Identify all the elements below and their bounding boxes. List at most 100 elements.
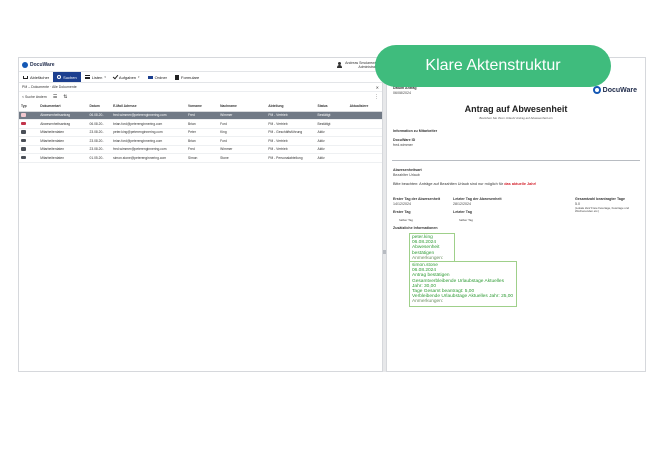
table-cell: 23.08.20.. [87,136,112,146]
folder-icon [147,75,153,79]
menu-label: Ablefächer [30,74,50,80]
table-cell: Bestätigt [315,111,348,120]
type-cell [19,145,39,154]
column-header[interactable]: Typ [19,102,39,112]
column-header[interactable]: Aktualisiere [347,102,382,112]
table-cell: fred.wimmer@peterenginnering.com [111,111,187,120]
table-cell: PM - Vertrieb [266,119,316,129]
absence-type-label: Abwesenheitsart [393,168,422,172]
document-title: Antrag auf Abwesenheit [464,104,568,114]
menu-ablefaecher[interactable]: Ablefächer [19,72,53,82]
column-header[interactable]: Datum [87,102,112,112]
column-header[interactable]: Nachname [218,102,267,112]
docuware-logo[interactable]: DocuWare [22,61,55,68]
menu-label: Aufgaben [118,74,137,80]
table-cell: Mitarbeiterdaten [38,136,88,146]
form-document-icon [21,121,26,125]
table-cell: simon.stone@peterenginnering.com [111,153,187,163]
last-day-value: 28/12/2024 [453,202,471,206]
table-cell: Mitarbeiterdaten [38,145,88,154]
table-cell: Aktiv [315,153,348,163]
table-cell: PM - Vertrieb [266,111,316,120]
table-cell: Abwesenheitsantrag [38,119,88,129]
more-options-icon[interactable]: ⋮ [374,94,379,100]
menu-aufgaben[interactable]: Aufgaben ▾ [110,72,144,82]
first-day-label: Erster Tag der Abwesenheit [393,197,441,201]
document-icon [21,155,26,159]
table-row[interactable]: Abwesenheitsantrag 06.08.20.. brian.ford@p… [19,119,382,129]
absence-type-value: Bezahlter Urlaub [393,173,420,177]
type-cell [19,136,39,146]
search-icon [57,75,62,79]
table-cell: peter.king@peterenginnering.com [111,128,187,137]
approval-annotation-2[interactable]: simon.stone 06.08.2024 Antrag bestätigen… [409,261,517,307]
note-highlight: das aktuelle Jahr! [504,182,537,186]
user-menu[interactable]: Andreas Smolarewski Administrator [337,61,379,69]
document-logo-text: DocuWare [602,86,637,94]
menu-formulare[interactable]: Formulare [171,72,203,82]
column-header[interactable]: E-Mail Adresse [111,102,187,112]
table-cell [347,145,382,154]
user-role: Administrator [358,64,379,69]
result-toolbar: < Suche ändern ☰ ⇅ ⋮ [19,92,382,102]
table-cell [347,111,382,120]
table-cell: PM - Vertrieb [266,136,316,146]
first-day-half-label: Erster Tag [393,210,411,214]
table-cell: 01.05.20.. [87,153,112,163]
result-table: Typ Dokumentart Datum E-Mail Adresse Vor… [19,102,382,163]
table-cell: Aktiv [315,136,348,146]
table-cell: Peter [186,128,219,137]
table-cell: 06.08.20.. [87,119,112,129]
annotation-line: Gesamtverbleibende Urlaubstage Aktuelles… [412,278,504,289]
menu-ordner[interactable]: Ordner [144,72,171,82]
table-cell [347,119,382,129]
column-header[interactable]: Dokumentart [38,102,88,112]
table-row[interactable]: Mitarbeiterdaten 23.08.20.. brian.ford@pet… [19,136,382,146]
document-icon [21,138,26,142]
menu-label: Suchen [63,74,77,80]
list-view-icon[interactable]: ☰ [53,94,57,100]
table-cell: Stone [218,153,267,163]
additional-info-label: Zusätzliche Informationen [393,226,438,230]
type-cell [19,153,39,163]
docuware-logo-icon [592,86,601,94]
table-row[interactable]: Mitarbeiterdaten 01.05.20.. simon.stone@pe… [19,153,382,163]
table-row[interactable]: Mitarbeiterdaten 23.08.20.. peter.king@pet… [19,128,382,137]
menu-suchen[interactable]: Suchen [53,72,81,82]
screenshot-stage: DocuWare Andreas Smolarewski Administrat… [0,0,666,450]
annotation-line: Anmerkungen: [412,299,444,305]
document-subtitle: Beziehen Sie Ihren Urlaub/ Antrag auf Ab… [479,116,553,120]
table-cell: Mitarbeiterdaten [38,153,88,163]
table-cell: Bestätigt [315,119,348,129]
result-list-path: PM – Dokumente · Alle Dokumente [22,85,77,89]
column-header[interactable]: Abteilung [266,102,316,112]
table-cell: Brian [186,136,219,146]
menu-label: Ordner [154,74,168,80]
type-cell [19,119,39,129]
user-name: Andreas Smolarewski [345,60,379,65]
table-cell: Fred [186,111,219,120]
table-cell: 23.08.20.. [87,128,112,137]
table-row[interactable]: Abwesenheitsantrag 06.08.20.. fred.wimmer@… [19,111,382,120]
close-icon[interactable]: ✕ [376,85,379,90]
table-cell: PM - Personalabteilung [266,153,316,163]
user-icon [337,61,343,68]
breadcrumb: PM – Dokumente · Alle Dokumente ✕ [19,83,382,92]
column-header[interactable]: Vorname [186,102,219,112]
type-cell [19,111,39,120]
document-icon [21,147,26,151]
change-search-button[interactable]: < Suche ändern [22,95,47,99]
document-icon [21,130,26,134]
sort-icon[interactable]: ⇅ [63,94,67,100]
type-cell [19,128,39,137]
approval-annotation-1[interactable]: peter.king 06.08.2024 Abwesenheit bestät… [409,233,455,264]
menu-listen[interactable]: Listen ▾ [81,72,110,82]
column-header[interactable]: Status [315,102,348,112]
table-cell: Aktiv [315,128,348,137]
last-day-label: Letzter Tag der Abwesenheit [453,197,502,201]
table-row[interactable]: Mitarbeiterdaten 23.08.20.. fred.wimmer@pe… [19,145,382,154]
list-icon [84,75,90,79]
menu-label: Formulare [181,74,200,80]
total-days-label: Gesamtzahl beantragter Tage [575,197,626,201]
check-icon [112,73,119,80]
